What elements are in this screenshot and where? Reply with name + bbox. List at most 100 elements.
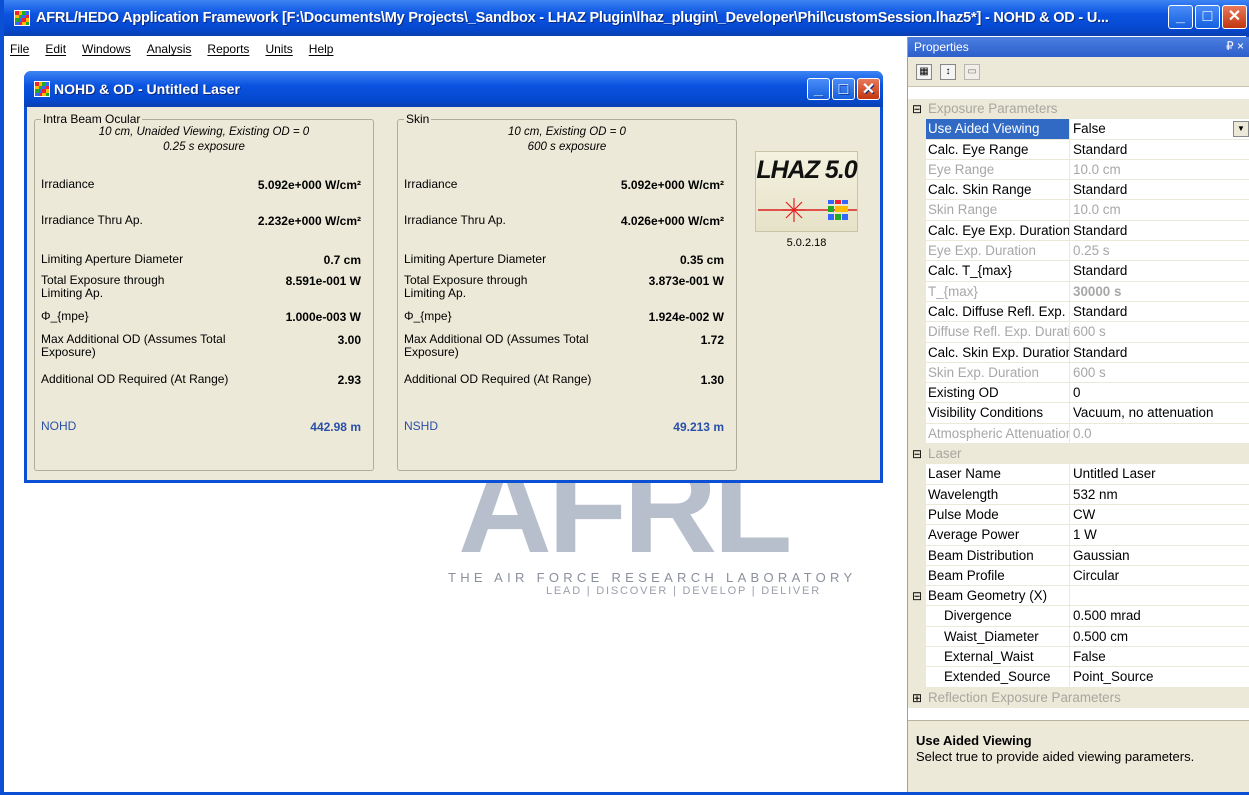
property-row[interactable]: Calc. Skin Exp. Duration Standard [908, 342, 1249, 363]
row-gutter [908, 180, 926, 201]
property-value[interactable]: 30000 s [1070, 282, 1249, 302]
expander-icon[interactable]: ⊞ [908, 688, 926, 708]
row-gutter [908, 464, 926, 485]
property-value[interactable]: 1 W [1070, 525, 1249, 546]
property-row[interactable]: Waist_Diameter 0.500 cm [908, 626, 1249, 648]
child-minimize-button[interactable]: _ [807, 78, 830, 100]
property-row[interactable]: Calc. Diffuse Refl. Exp. DurationStandar… [908, 301, 1249, 323]
property-row[interactable]: Eye Exp. Duration 0.25 s [908, 241, 1249, 262]
property-category[interactable]: ⊟ Laser [908, 444, 1249, 465]
property-value[interactable]: Standard [1070, 221, 1249, 242]
property-row[interactable]: Laser Name Untitled Laser [908, 464, 1249, 485]
property-value[interactable] [1070, 586, 1249, 607]
property-value[interactable]: 10.0 cm [1070, 200, 1249, 221]
property-value[interactable]: 10.0 cm [1070, 160, 1249, 181]
child-body: Intra Beam Ocular 10 cm, Unaided Viewing… [27, 107, 880, 477]
menu-file[interactable]: File [10, 42, 29, 56]
property-row[interactable]: Diffuse Refl. Exp. Duration 600 s [908, 322, 1249, 343]
property-value[interactable]: 0 [1070, 383, 1249, 404]
property-row[interactable]: Divergence 0.500 mrad [908, 606, 1249, 627]
app-title-bar[interactable]: AFRL/HEDO Application Framework [F:\Docu… [4, 0, 1249, 36]
property-value[interactable]: Circular [1070, 566, 1249, 587]
child-title-bar[interactable]: NOHD & OD - Untitled Laser _ □ ✕ [24, 71, 883, 107]
property-name: Eye Range [926, 159, 1070, 181]
menu-help[interactable]: Help [309, 42, 334, 56]
property-row[interactable]: External_Waist False [908, 647, 1249, 668]
child-close-button[interactable]: ✕ [857, 78, 880, 100]
property-value[interactable]: 0.25 s [1070, 241, 1249, 262]
property-pages-icon[interactable]: ▭ [964, 63, 980, 80]
property-value[interactable]: 0.500 cm [1070, 627, 1249, 648]
menu-edit[interactable]: Edit [45, 42, 66, 56]
property-value-text: Standard [1073, 344, 1128, 360]
property-value-text: 0 [1073, 385, 1081, 401]
row-gutter [908, 525, 926, 546]
property-row[interactable]: Calc. Eye Range Standard [908, 139, 1249, 160]
property-value[interactable]: 600 s [1070, 322, 1249, 343]
property-value[interactable]: Standard [1070, 140, 1249, 160]
property-value[interactable]: Standard [1070, 180, 1249, 201]
property-value[interactable]: Gaussian [1070, 546, 1249, 566]
dropdown-arrow-icon[interactable]: ▼ [1233, 121, 1249, 138]
menu-reports[interactable]: Reports [207, 42, 249, 56]
menu-analysis[interactable]: Analysis [147, 42, 192, 56]
property-row[interactable]: ⊟ Beam Geometry (X) [908, 586, 1249, 607]
close-button[interactable]: ✕ [1222, 5, 1247, 29]
property-value[interactable]: False [1070, 647, 1249, 668]
property-name: Eye Exp. Duration [926, 241, 1070, 262]
property-value-text: Standard [1073, 182, 1128, 198]
property-row[interactable]: Eye Range 10.0 cm [908, 159, 1249, 181]
property-row[interactable]: Use Aided Viewing False ▼ [908, 119, 1249, 140]
property-row[interactable]: Calc. T_{max} Standard [908, 261, 1249, 282]
property-value-text: 30000 s [1073, 283, 1122, 299]
property-row[interactable]: Beam Profile Circular [908, 565, 1249, 587]
property-value[interactable]: 532 nm [1070, 485, 1249, 505]
child-maximize-button[interactable]: □ [832, 78, 855, 100]
property-value[interactable]: Untitled Laser [1070, 464, 1249, 485]
property-value[interactable]: Vacuum, no attenuation [1070, 403, 1249, 424]
menu-windows[interactable]: Windows [82, 42, 131, 56]
property-row[interactable]: Skin Range 10.0 cm [908, 200, 1249, 221]
property-row[interactable]: T_{max} 30000 s [908, 281, 1249, 302]
pin-close-icon[interactable]: ₽ × [1226, 39, 1244, 53]
menu-bar: File Edit Windows Analysis Reports Units… [8, 37, 906, 61]
property-row[interactable]: Wavelength 532 nm [908, 484, 1249, 505]
property-row[interactable]: Visibility Conditions Vacuum, no attenuat… [908, 403, 1249, 424]
property-row[interactable]: Calc. Eye Exp. Duration Standard [908, 220, 1249, 242]
app-icon [14, 10, 30, 26]
categorized-icon[interactable]: ▦ [916, 63, 932, 80]
property-value[interactable]: Standard [1070, 302, 1249, 323]
property-value[interactable]: Point_Source [1070, 667, 1249, 688]
property-row[interactable]: Average Power 1 W [908, 525, 1249, 546]
expander-icon[interactable]: ⊟ [908, 586, 926, 607]
menu-units[interactable]: Units [265, 42, 292, 56]
property-row[interactable]: Atmospheric Attenuation 0.0 [908, 423, 1249, 445]
maximize-button[interactable]: □ [1195, 5, 1220, 29]
row-value: 0.35 cm [679, 253, 724, 267]
property-value-text: Standard [1073, 222, 1128, 238]
minimize-icon: _ [1176, 8, 1185, 25]
expander-icon[interactable]: ⊟ [908, 99, 926, 119]
property-row[interactable]: Pulse Mode CW [908, 504, 1249, 526]
property-value[interactable]: False ▼ [1070, 119, 1249, 140]
property-value[interactable]: 0.0 [1070, 424, 1249, 445]
property-category[interactable]: ⊟ Exposure Parameters [908, 99, 1249, 120]
alphabetical-icon[interactable]: ↕ [940, 63, 956, 80]
property-row[interactable]: Skin Exp. Duration 600 s [908, 362, 1249, 384]
property-value[interactable]: CW [1070, 505, 1249, 526]
property-value[interactable]: 600 s [1070, 363, 1249, 384]
property-row[interactable]: Existing OD 0 [908, 383, 1249, 404]
property-value[interactable]: 0.500 mrad [1070, 606, 1249, 627]
property-row[interactable]: Calc. Skin Range Standard [908, 180, 1249, 201]
property-row[interactable]: Extended_Source Point_Source [908, 667, 1249, 688]
row-gutter [908, 139, 926, 160]
property-name: Skin Range [926, 200, 1070, 221]
property-row[interactable]: Beam Distribution Gaussian [908, 545, 1249, 566]
property-value[interactable]: Standard [1070, 261, 1249, 282]
minimize-button[interactable]: _ [1168, 5, 1193, 29]
property-category[interactable]: ⊞ Reflection Exposure Parameters [908, 687, 1249, 708]
expander-icon[interactable]: ⊟ [908, 444, 926, 464]
properties-header: Properties ₽ × [908, 37, 1249, 57]
property-name: Laser Name [926, 464, 1070, 485]
property-value[interactable]: Standard [1070, 343, 1249, 363]
